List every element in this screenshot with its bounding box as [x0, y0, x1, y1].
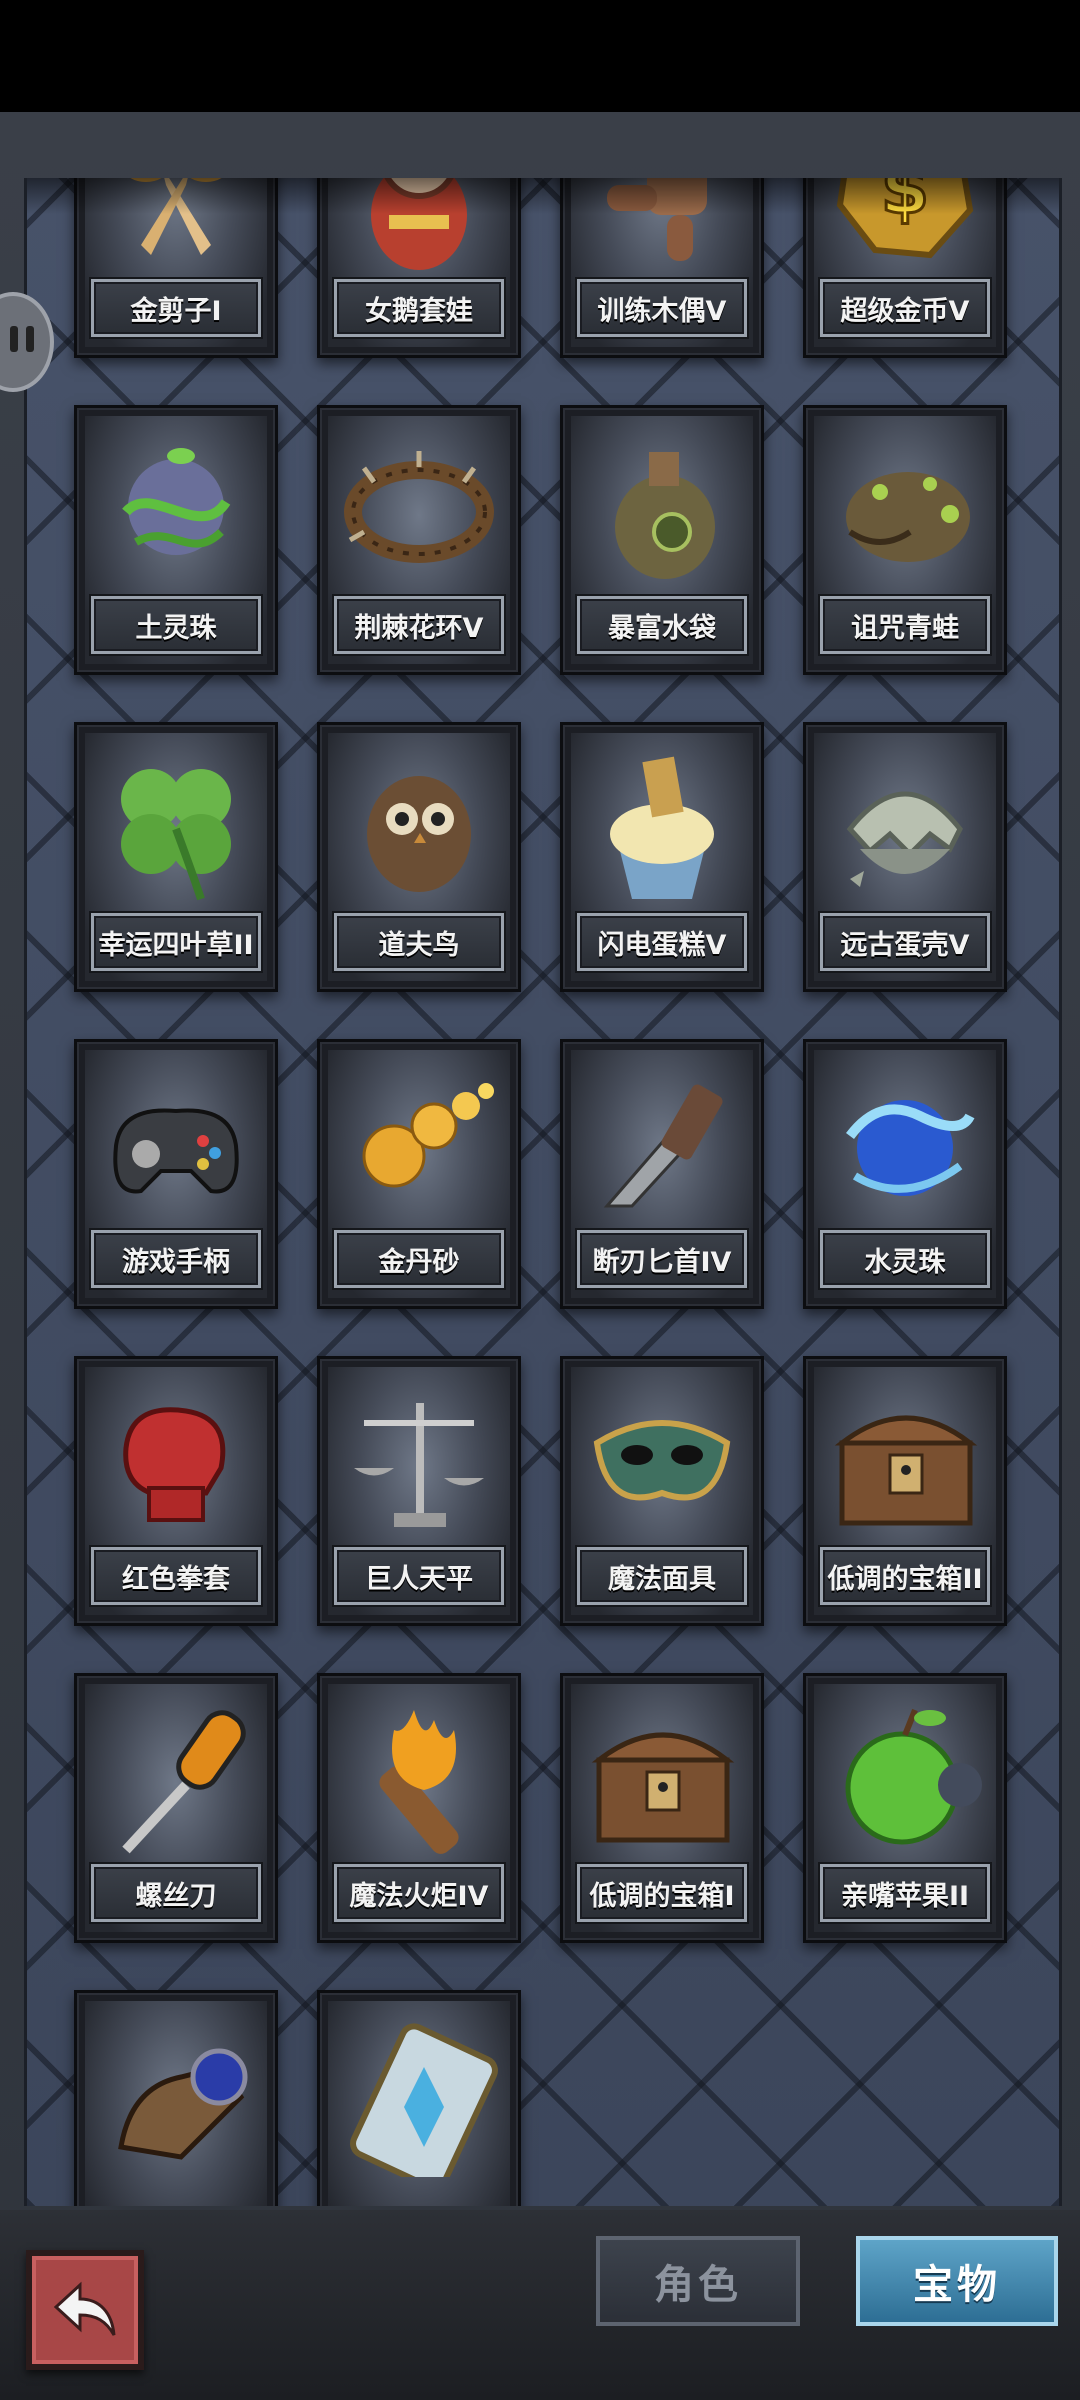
- cursed-frog-icon: [806, 422, 1004, 592]
- nesting-doll-icon: [320, 178, 518, 275]
- back-button[interactable]: [26, 2250, 144, 2370]
- lightning-cake-icon: [563, 739, 761, 909]
- tab-treasure[interactable]: 宝物: [856, 2236, 1058, 2326]
- treasure-card[interactable]: 魔法火炬IV: [317, 1673, 521, 1943]
- treasure-name-label: 水灵珠: [820, 1230, 990, 1288]
- treasure-card[interactable]: [74, 1990, 278, 2206]
- treasure-card[interactable]: 训练木偶V: [560, 178, 764, 358]
- treasure-card[interactable]: 巨人天平: [317, 1356, 521, 1626]
- status-bar-area: [0, 0, 1080, 112]
- treasure-name-label: 女鹅套娃: [334, 279, 504, 337]
- treasure-card[interactable]: 幸运四叶草II: [74, 722, 278, 992]
- treasure-name-label: 荆棘花环V: [334, 596, 504, 654]
- treasure-card[interactable]: 土灵珠: [74, 405, 278, 675]
- golden-pellets-icon: [320, 1056, 518, 1226]
- treasure-name-label: 螺丝刀: [91, 1864, 261, 1922]
- pause-bar-right: [26, 326, 34, 352]
- treasure-name-label: 低调的宝箱II: [820, 1547, 990, 1605]
- treasure-card[interactable]: 金丹砂: [317, 1039, 521, 1309]
- treasure-name-label: 暴富水袋: [577, 596, 747, 654]
- treasure-name-label: 金丹砂: [334, 1230, 504, 1288]
- treasure-name-label: 金剪子I: [91, 279, 261, 337]
- treasure-card[interactable]: 女鹅套娃: [317, 178, 521, 358]
- treasure-name-label: 训练木偶V: [577, 279, 747, 337]
- four-leaf-clover-icon: [77, 739, 275, 909]
- broken-dagger-icon: [563, 1056, 761, 1226]
- back-arrow-icon: [53, 2281, 116, 2336]
- treasure-card[interactable]: 水灵珠: [803, 1039, 1007, 1309]
- golden-scissors-icon: [77, 178, 275, 275]
- treasure-card[interactable]: 断刃匕首IV: [560, 1039, 764, 1309]
- treasure-name-label: 断刃匕首IV: [577, 1230, 747, 1288]
- gamepad-icon: [77, 1056, 275, 1226]
- treasure-card[interactable]: 诅咒青蛙: [803, 405, 1007, 675]
- owl-bird-icon: [320, 739, 518, 909]
- treasure-card[interactable]: [317, 1990, 521, 2206]
- treasure-card[interactable]: 暴富水袋: [560, 405, 764, 675]
- svg-text:$: $: [881, 178, 930, 230]
- boxing-glove-icon: [77, 1373, 275, 1543]
- treasure-name-label: 闪电蛋糕V: [577, 913, 747, 971]
- magic-torch-icon: [320, 1690, 518, 1860]
- treasure-card[interactable]: 魔法面具: [560, 1356, 764, 1626]
- super-gold-coin-icon: $: [806, 178, 1004, 275]
- treasure-card[interactable]: 螺丝刀: [74, 1673, 278, 1943]
- water-flask-icon: [563, 422, 761, 592]
- treasure-card[interactable]: 亲嘴苹果II: [803, 1673, 1007, 1943]
- treasure-name-label: 亲嘴苹果II: [820, 1864, 990, 1922]
- tab-role[interactable]: 角色: [596, 2236, 800, 2326]
- earth-orb-icon: [77, 422, 275, 592]
- treasure-name-label: 巨人天平: [334, 1547, 504, 1605]
- treasure-card[interactable]: 远古蛋壳V: [803, 722, 1007, 992]
- ancient-eggshell-icon: [806, 739, 1004, 909]
- treasure-name-label: 魔法火炬IV: [334, 1864, 504, 1922]
- treasure-card[interactable]: 金剪子I: [74, 178, 278, 358]
- water-orb-icon: [806, 1056, 1004, 1226]
- treasure-name-label: 低调的宝箱I: [577, 1864, 747, 1922]
- treasure-panel[interactable]: 金剪子I 女鹅套娃 训练木偶V $ 超级金币V 土灵珠 荆棘花环V 暴富水袋 诅咒青蛙幸运四叶草…: [24, 178, 1062, 2206]
- treasure-name-label: 红色拳套: [91, 1547, 261, 1605]
- treasure-name-label: 远古蛋壳V: [820, 913, 990, 971]
- treasure-name-label: 道夫鸟: [334, 913, 504, 971]
- treasure-card[interactable]: 闪电蛋糕V: [560, 722, 764, 992]
- training-dummy-icon: [563, 178, 761, 275]
- treasure-name-label: 游戏手柄: [91, 1230, 261, 1288]
- treasure-card[interactable]: 游戏手柄: [74, 1039, 278, 1309]
- treasure-name-label: 诅咒青蛙: [820, 596, 990, 654]
- bitten-apple-icon: [806, 1690, 1004, 1860]
- crystal-card-icon: [320, 2007, 518, 2177]
- treasure-card[interactable]: 低调的宝箱II: [803, 1356, 1007, 1626]
- treasure-name-label: 超级金币V: [820, 279, 990, 337]
- magic-mask-icon: [563, 1373, 761, 1543]
- balance-scale-icon: [320, 1373, 518, 1543]
- treasure-name-label: 土灵珠: [91, 596, 261, 654]
- thorn-wreath-icon: [320, 422, 518, 592]
- treasure-chest-icon: [806, 1373, 1004, 1543]
- screwdriver-icon: [77, 1690, 275, 1860]
- treasure-card[interactable]: $ 超级金币V: [803, 178, 1007, 358]
- treasure-card[interactable]: 道夫鸟: [317, 722, 521, 992]
- treasure-card[interactable]: 红色拳套: [74, 1356, 278, 1626]
- treasure-card[interactable]: 荆棘花环V: [317, 405, 521, 675]
- pause-bar-left: [10, 326, 18, 352]
- treasure-name-label: 幸运四叶草II: [91, 913, 261, 971]
- armored-gauntlet-icon: [77, 2007, 275, 2177]
- treasure-chest-icon: [563, 1690, 761, 1860]
- treasure-name-label: 魔法面具: [577, 1547, 747, 1605]
- treasure-card[interactable]: 低调的宝箱I: [560, 1673, 764, 1943]
